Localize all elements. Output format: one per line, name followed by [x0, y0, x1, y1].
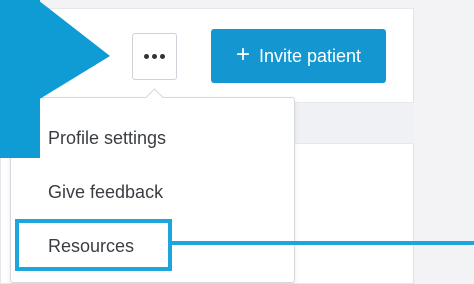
menu-item-label: Give feedback	[48, 181, 164, 202]
table-header-strip	[295, 102, 414, 144]
invite-patient-button[interactable]: + Invite patient	[211, 29, 386, 83]
menu-item-give-feedback[interactable]: Give feedback	[11, 165, 294, 219]
more-horizontal-icon	[144, 54, 165, 59]
invite-patient-label: Invite patient	[258, 45, 362, 66]
screen: + Invite patient Profile settings Give f…	[0, 0, 474, 284]
plus-icon: +	[235, 41, 250, 68]
callout-connector-line	[172, 241, 474, 245]
callout-arrow	[0, 0, 110, 158]
more-actions-button[interactable]	[132, 33, 177, 80]
resources-highlight-box	[15, 219, 172, 271]
